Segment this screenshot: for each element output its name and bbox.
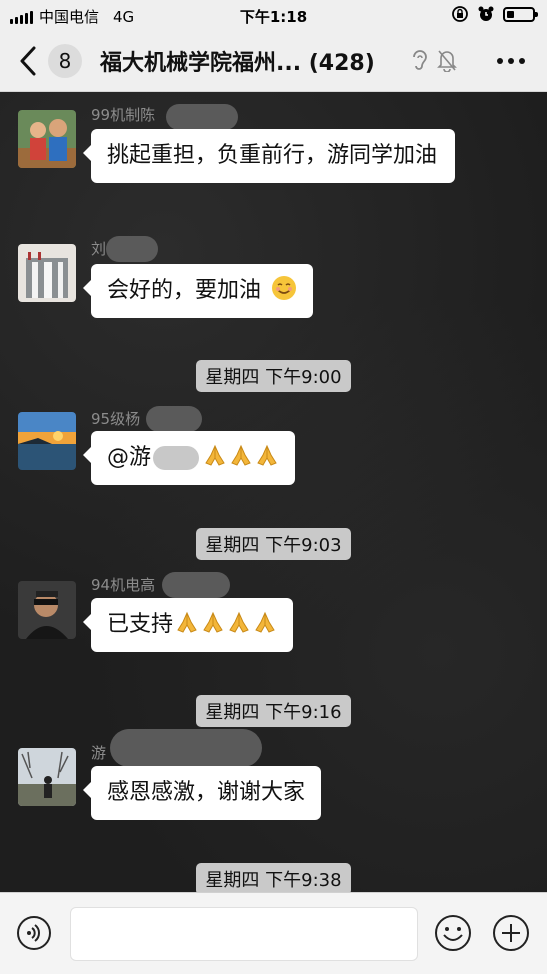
group-name: 福大机械学院福州... <box>100 51 302 76</box>
message-bubble[interactable]: 感恩感激，谢谢大家 <box>82 766 322 820</box>
message-bubble[interactable]: 已支持 <box>82 598 294 652</box>
alarm-icon <box>478 6 494 21</box>
redacted-name <box>162 572 230 598</box>
timestamp-row: 星期四 下午9:03 <box>0 528 547 560</box>
message-text: @游 <box>107 445 152 470</box>
status-right <box>451 5 538 23</box>
sender-name: 游 <box>91 744 107 762</box>
message-bubble[interactable]: 挑起重担，负重前行，游同学加油 <box>83 129 455 183</box>
avatar-photo <box>18 581 76 639</box>
avatar-photo <box>18 244 76 302</box>
emoji-icon[interactable] <box>434 914 472 952</box>
timestamp-row: 星期四 下午9:38 <box>0 863 547 892</box>
more-button[interactable] <box>497 58 525 64</box>
message-text: 会好的，要加油 <box>107 278 262 303</box>
timestamp-row: 星期四 下午9:00 <box>0 360 547 392</box>
battery-icon <box>503 6 538 22</box>
chevron-left-icon <box>20 46 36 76</box>
nav-bar: 8 福大机械学院福州... (428) <box>0 30 547 92</box>
sender-name: 刘 <box>91 240 107 258</box>
chat-title: 福大机械学院福州... (428) <box>100 45 410 77</box>
avatar[interactable] <box>18 748 76 806</box>
avatar-photo <box>18 412 76 470</box>
battery-fill <box>507 10 514 18</box>
redacted-mention <box>153 446 200 470</box>
more-icon-dot <box>508 58 514 64</box>
avatar[interactable] <box>18 110 76 168</box>
avatar-photo <box>18 748 76 806</box>
more-icon-dot <box>519 58 525 64</box>
bell-off-icon <box>437 50 457 72</box>
message-text: 挑起重担，负重前行，游同学加油 <box>107 143 438 168</box>
message-bubble[interactable]: @游 <box>82 431 296 485</box>
member-count: (428) <box>308 51 375 76</box>
redacted-name <box>146 406 202 432</box>
avatar[interactable] <box>18 581 76 639</box>
sender-name: 99机制陈 <box>91 106 156 124</box>
message-input[interactable] <box>70 907 418 961</box>
unread-count-badge: 8 <box>48 44 82 78</box>
ear-icon <box>413 50 427 70</box>
chat-area[interactable]: 99机制陈 挑起重担，负重前行，游同学加油 刘 会好的，要加油 星期四 下午9:… <box>0 92 547 892</box>
redacted-name <box>106 236 158 262</box>
status-bar: 中国电信 4G 下午1:18 <box>0 0 547 30</box>
redacted-name <box>110 729 262 767</box>
timestamp-row: 星期四 下午9:16 <box>0 695 547 727</box>
folded-hands-icon <box>177 611 197 633</box>
message-text: 感恩感激，谢谢大家 <box>107 780 306 805</box>
sender-name: 95级杨 <box>91 410 141 428</box>
avatar-photo <box>18 110 76 168</box>
folded-hands-icon <box>229 611 249 633</box>
timestamp: 星期四 下午9:00 <box>196 360 351 392</box>
folded-hands-icon <box>203 611 223 633</box>
plus-icon[interactable] <box>492 914 530 952</box>
redacted-name <box>166 104 238 130</box>
folded-hands-icon <box>255 611 275 633</box>
nav-status-icons <box>410 48 458 72</box>
message-text: 已支持 <box>107 612 174 637</box>
back-button[interactable]: 8 <box>16 44 82 78</box>
folded-hands-icon <box>257 444 277 466</box>
timestamp: 星期四 下午9:03 <box>196 528 351 560</box>
rotation-lock-icon <box>452 6 468 22</box>
message-bubble[interactable]: 会好的，要加油 <box>82 264 314 318</box>
more-icon-dot <box>497 58 503 64</box>
folded-hands-icon <box>205 444 225 466</box>
smiling-face-icon <box>272 276 297 300</box>
avatar[interactable] <box>18 244 76 302</box>
input-bar <box>0 892 547 974</box>
folded-hands-icon <box>231 444 251 466</box>
timestamp: 星期四 下午9:38 <box>196 863 351 892</box>
timestamp: 星期四 下午9:16 <box>196 695 351 727</box>
avatar[interactable] <box>18 412 76 470</box>
voice-icon[interactable] <box>16 915 52 951</box>
sender-name: 94机电高 <box>91 576 156 594</box>
